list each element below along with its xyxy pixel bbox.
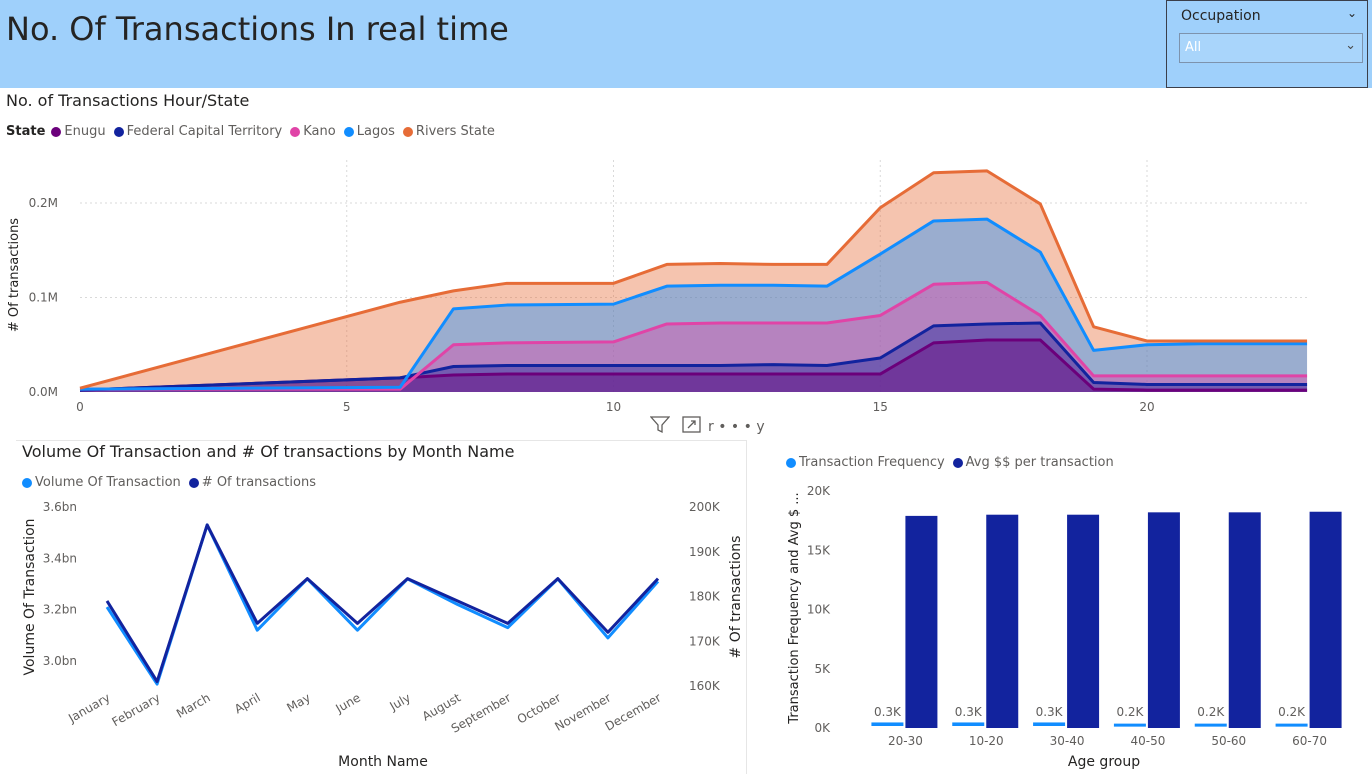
bar-avg [1067, 514, 1100, 728]
x-axis-title: Age group [1068, 754, 1140, 770]
x-tick-label: June [332, 690, 363, 716]
y-tick-label: 0K [814, 721, 831, 735]
y-tick-label: 3.2bn [43, 603, 77, 617]
y2-axis-title: # Of transactions [728, 536, 744, 659]
y2-tick-label: 160K [689, 679, 721, 693]
x-tick-label: 10-20 [969, 734, 1004, 748]
age-chart-legend: Transaction Frequency Avg $$ per transact… [786, 455, 1122, 470]
x-tick-label: December [603, 690, 664, 733]
x-tick-label: 15 [873, 400, 888, 414]
y2-tick-label: 190K [689, 545, 721, 559]
x-tick-label: March [174, 690, 213, 720]
bar-frequency [1113, 723, 1146, 727]
y2-tick-label: 200K [689, 500, 721, 514]
x-tick-label: January [65, 690, 112, 725]
data-label: 0.2K [1278, 705, 1306, 719]
y2-tick-label: 180K [689, 590, 721, 604]
y-tick-label: 10K [807, 603, 831, 617]
bar-avg [1228, 512, 1261, 728]
x-tick-label: 40-50 [1130, 734, 1165, 748]
x-tick-label: 50-60 [1211, 734, 1246, 748]
y2-tick-label: 170K [689, 634, 721, 648]
bar-avg [986, 514, 1019, 728]
y-tick-label: 3.4bn [43, 551, 77, 565]
bar-frequency [1275, 723, 1308, 727]
data-label: 0.3K [955, 705, 983, 719]
y-tick-label: 3.0bn [43, 654, 77, 668]
data-label: 0.2K [1197, 705, 1225, 719]
y-tick-label: 15K [807, 543, 831, 557]
legend-dot-icon [952, 457, 963, 468]
x-tick-label: 20-30 [888, 734, 923, 748]
bar-avg [905, 515, 938, 728]
bar-frequency [1033, 722, 1066, 726]
x-tick-label: 30-40 [1050, 734, 1085, 748]
x-tick-label: February [110, 690, 163, 729]
x-tick-label: April [232, 690, 263, 716]
bar-frequency [1194, 723, 1227, 727]
y-axis-title: Transaction Frequency and Avg $ ... [787, 492, 802, 724]
data-label: 0.3K [874, 705, 902, 719]
x-axis-title: Month Name [338, 754, 428, 770]
legend-item[interactable]: Transaction Frequency [786, 455, 945, 470]
legend-label: Transaction Frequency [799, 455, 945, 470]
data-label: 0.2K [1116, 705, 1144, 719]
bar-frequency [952, 722, 985, 726]
series-line [105, 523, 660, 686]
month-line-chart: 3.0bn 3.2bn 3.4bn 3.6bn 160K 170K 180K 190K 200K… [22, 500, 744, 770]
x-tick-label: May [284, 690, 312, 715]
x-tick-label: 20 [1139, 400, 1154, 414]
legend-item[interactable]: Avg $$ per transaction [952, 455, 1114, 470]
x-tick-label: November [552, 690, 613, 733]
bar-frequency [871, 722, 904, 726]
y-tick-label: 3.6bn [43, 500, 77, 514]
y-axis-title: Volume Of Transaction [22, 518, 38, 675]
data-label: 0.3K [1036, 705, 1064, 719]
bar-avg [1147, 512, 1180, 728]
bar-avg [1309, 511, 1342, 728]
x-tick-label: 60-70 [1292, 734, 1327, 748]
y-tick-label: 20K [807, 484, 831, 498]
legend-label: Avg $$ per transaction [965, 455, 1114, 470]
x-tick-label: July [386, 690, 413, 713]
legend-dot-icon [786, 457, 796, 468]
y-tick-label: 5K [814, 662, 831, 676]
